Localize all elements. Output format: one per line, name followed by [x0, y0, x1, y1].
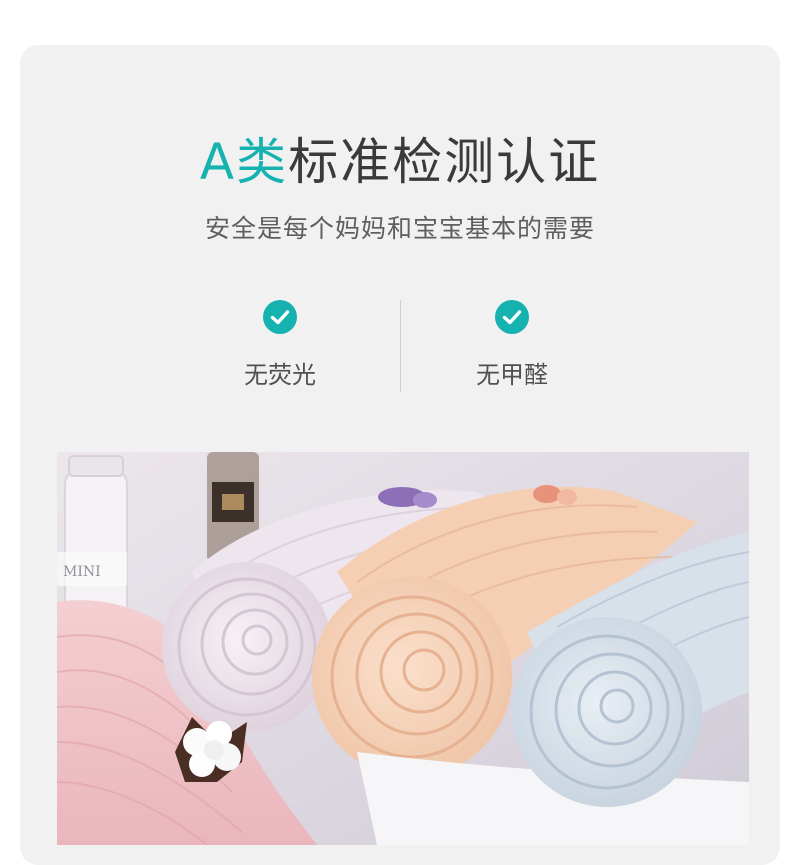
- jar-label: MINI: [63, 564, 101, 580]
- feature-no-formaldehyde: 无甲醛: [432, 300, 592, 390]
- product-photo: MINI: [57, 452, 749, 845]
- page-title: A类标准检测认证: [0, 132, 800, 192]
- check-circle-icon: [263, 300, 297, 334]
- check-circle-icon: [495, 300, 529, 334]
- title-main: 标准检测认证: [288, 133, 601, 191]
- feature-no-fluorescent: 无荧光: [200, 300, 360, 390]
- feature-label: 无甲醛: [476, 361, 548, 389]
- feature-divider: [400, 300, 401, 392]
- glass-jar: MINI: [57, 455, 128, 621]
- page-subtitle: 安全是每个妈妈和宝宝基本的需要: [204, 214, 595, 243]
- title-accent: A类: [199, 133, 289, 191]
- feature-label: 无荧光: [244, 361, 316, 389]
